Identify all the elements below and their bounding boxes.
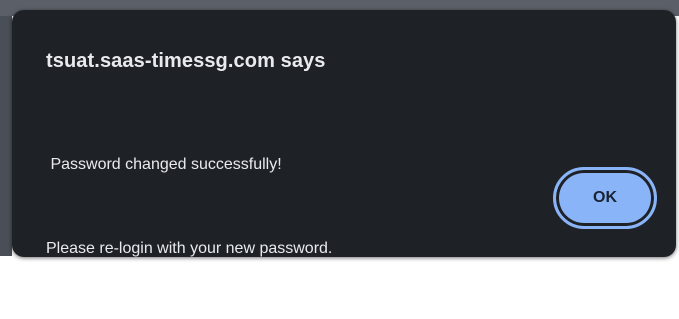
dialog-title: tsuat.saas-timessg.com says bbox=[46, 50, 326, 72]
underlying-page-edge bbox=[0, 16, 12, 256]
ok-button[interactable]: OK bbox=[553, 167, 657, 229]
dialog-message: Password changed successfully! Please re… bbox=[46, 95, 332, 319]
dialog-message-line-2: Please re-login with your new password. bbox=[46, 240, 333, 257]
dialog-message-line-1: Password changed successfully! bbox=[46, 156, 282, 173]
alert-dialog: tsuat.saas-timessg.com says Password cha… bbox=[12, 10, 676, 257]
